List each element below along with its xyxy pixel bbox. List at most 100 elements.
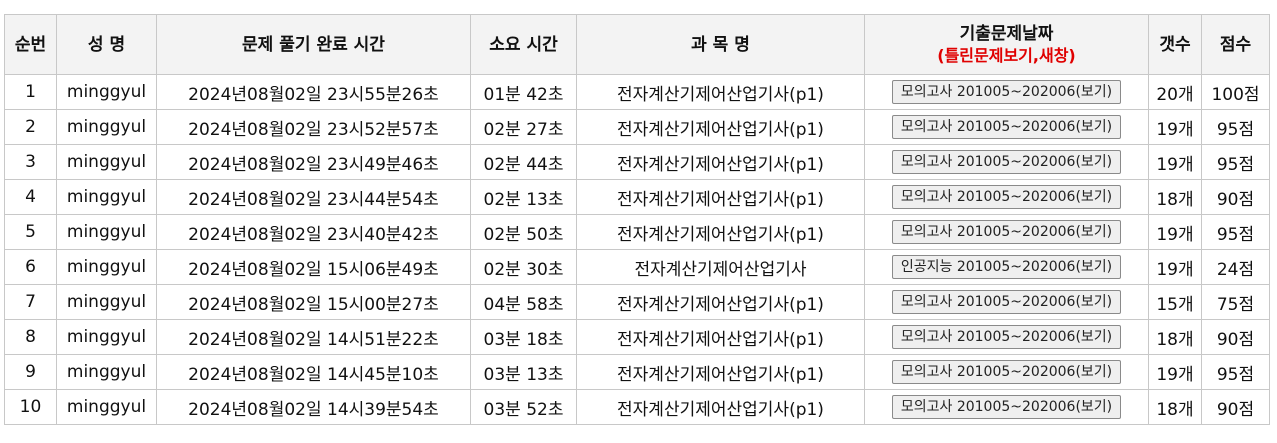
cell-name: minggyul [56,179,157,215]
view-exam-button[interactable]: 모의고사 201005~202006(보기) [891,150,1122,174]
header-score: 점수 [1201,14,1270,75]
view-exam-button[interactable]: 모의고사 201005~202006(보기) [891,395,1122,419]
cell-name: minggyul [56,354,157,390]
cell-name: minggyul [56,74,157,110]
table-row: 4 minggyul 2024년08월02일 23시44분54초 02분 13초… [4,179,1270,215]
cell-exam: 모의고사 201005~202006(보기) [864,284,1149,320]
cell-exam: 모의고사 201005~202006(보기) [864,389,1149,425]
cell-subject: 전자계산기제어산업기사(p1) [576,354,865,390]
cell-no: 10 [4,389,57,425]
table-row: 8 minggyul 2024년08월02일 14시51분22초 03분 18초… [4,319,1270,355]
cell-subject: 전자계산기제어산업기사(p1) [576,144,865,180]
table-row: 5 minggyul 2024년08월02일 23시40분42초 02분 50초… [4,214,1270,250]
cell-time: 2024년08월02일 23시49분46초 [156,144,471,180]
table-row: 9 minggyul 2024년08월02일 14시45분10초 03분 13초… [4,354,1270,390]
cell-exam: 모의고사 201005~202006(보기) [864,109,1149,145]
cell-exam: 인공지능 201005~202006(보기) [864,249,1149,285]
cell-score: 75점 [1201,284,1270,320]
cell-time: 2024년08월02일 23시52분57초 [156,109,471,145]
cell-count: 18개 [1148,179,1202,215]
cell-duration: 03분 18초 [470,319,577,355]
header-count: 갯수 [1148,14,1202,75]
view-exam-button[interactable]: 모의고사 201005~202006(보기) [891,220,1122,244]
table-row: 2 minggyul 2024년08월02일 23시52분57초 02분 27초… [4,109,1270,145]
cell-subject: 전자계산기제어산업기사 [576,249,865,285]
cell-exam: 모의고사 201005~202006(보기) [864,179,1149,215]
view-exam-button[interactable]: 모의고사 201005~202006(보기) [891,115,1122,139]
cell-time: 2024년08월02일 15시00분27초 [156,284,471,320]
cell-name: minggyul [56,144,157,180]
view-exam-button[interactable]: 모의고사 201005~202006(보기) [891,80,1122,104]
cell-time: 2024년08월02일 14시45분10초 [156,354,471,390]
cell-duration: 02분 27초 [470,109,577,145]
header-subject: 과 목 명 [576,14,865,75]
cell-no: 6 [4,249,57,285]
cell-exam: 모의고사 201005~202006(보기) [864,319,1149,355]
header-exam-date: 기출문제날짜 (틀린문제보기,새창) [864,14,1149,75]
cell-count: 19개 [1148,144,1202,180]
cell-subject: 전자계산기제어산업기사(p1) [576,214,865,250]
cell-exam: 모의고사 201005~202006(보기) [864,214,1149,250]
cell-time: 2024년08월02일 14시51분22초 [156,319,471,355]
table-row: 1 minggyul 2024년08월02일 23시55분26초 01분 42초… [4,74,1270,110]
cell-duration: 02분 13초 [470,179,577,215]
cell-score: 95점 [1201,214,1270,250]
cell-time: 2024년08월02일 14시39분54초 [156,389,471,425]
cell-no: 5 [4,214,57,250]
cell-no: 7 [4,284,57,320]
cell-duration: 03분 13초 [470,354,577,390]
cell-score: 100점 [1201,74,1270,110]
cell-count: 19개 [1148,249,1202,285]
view-exam-button[interactable]: 모의고사 201005~202006(보기) [891,325,1122,349]
header-exam-date-sub: (틀린문제보기,새창) [937,45,1076,65]
cell-no: 8 [4,319,57,355]
cell-exam: 모의고사 201005~202006(보기) [864,354,1149,390]
cell-subject: 전자계산기제어산업기사(p1) [576,284,865,320]
cell-count: 19개 [1148,214,1202,250]
cell-name: minggyul [56,249,157,285]
header-exam-date-label: 기출문제날짜 [959,23,1054,44]
results-body: 1 minggyul 2024년08월02일 23시55분26초 01분 42초… [4,74,1270,425]
header-duration: 소요 시간 [470,14,577,75]
cell-no: 4 [4,179,57,215]
cell-count: 15개 [1148,284,1202,320]
cell-name: minggyul [56,319,157,355]
header-no: 순번 [4,14,57,75]
table-row: 7 minggyul 2024년08월02일 15시00분27초 04분 58초… [4,284,1270,320]
cell-count: 20개 [1148,74,1202,110]
cell-duration: 01분 42초 [470,74,577,110]
cell-subject: 전자계산기제어산업기사(p1) [576,109,865,145]
cell-subject: 전자계산기제어산업기사(p1) [576,179,865,215]
view-exam-button[interactable]: 모의고사 201005~202006(보기) [891,185,1122,209]
cell-count: 19개 [1148,354,1202,390]
cell-score: 95점 [1201,144,1270,180]
cell-count: 18개 [1148,389,1202,425]
cell-score: 90점 [1201,179,1270,215]
cell-score: 90점 [1201,389,1270,425]
cell-no: 2 [4,109,57,145]
header-row: 순번 성 명 문제 풀기 완료 시간 소요 시간 과 목 명 기출문제날짜 (틀… [4,14,1270,75]
cell-subject: 전자계산기제어산업기사(p1) [576,319,865,355]
cell-duration: 02분 44초 [470,144,577,180]
cell-score: 24점 [1201,249,1270,285]
cell-duration: 03분 52초 [470,389,577,425]
view-exam-button[interactable]: 인공지능 201005~202006(보기) [891,255,1122,279]
cell-time: 2024년08월02일 23시44분54초 [156,179,471,215]
cell-time: 2024년08월02일 23시55분26초 [156,74,471,110]
cell-duration: 02분 50초 [470,214,577,250]
cell-score: 95점 [1201,354,1270,390]
cell-count: 18개 [1148,319,1202,355]
cell-duration: 02분 30초 [470,249,577,285]
cell-exam: 모의고사 201005~202006(보기) [864,144,1149,180]
cell-name: minggyul [56,214,157,250]
cell-no: 1 [4,74,57,110]
cell-subject: 전자계산기제어산업기사(p1) [576,389,865,425]
cell-score: 95점 [1201,109,1270,145]
table-row: 3 minggyul 2024년08월02일 23시49분46초 02분 44초… [4,144,1270,180]
cell-duration: 04분 58초 [470,284,577,320]
results-table: 순번 성 명 문제 풀기 완료 시간 소요 시간 과 목 명 기출문제날짜 (틀… [4,14,1270,425]
view-exam-button[interactable]: 모의고사 201005~202006(보기) [891,290,1122,314]
cell-name: minggyul [56,284,157,320]
view-exam-button[interactable]: 모의고사 201005~202006(보기) [891,360,1122,384]
cell-count: 19개 [1148,109,1202,145]
